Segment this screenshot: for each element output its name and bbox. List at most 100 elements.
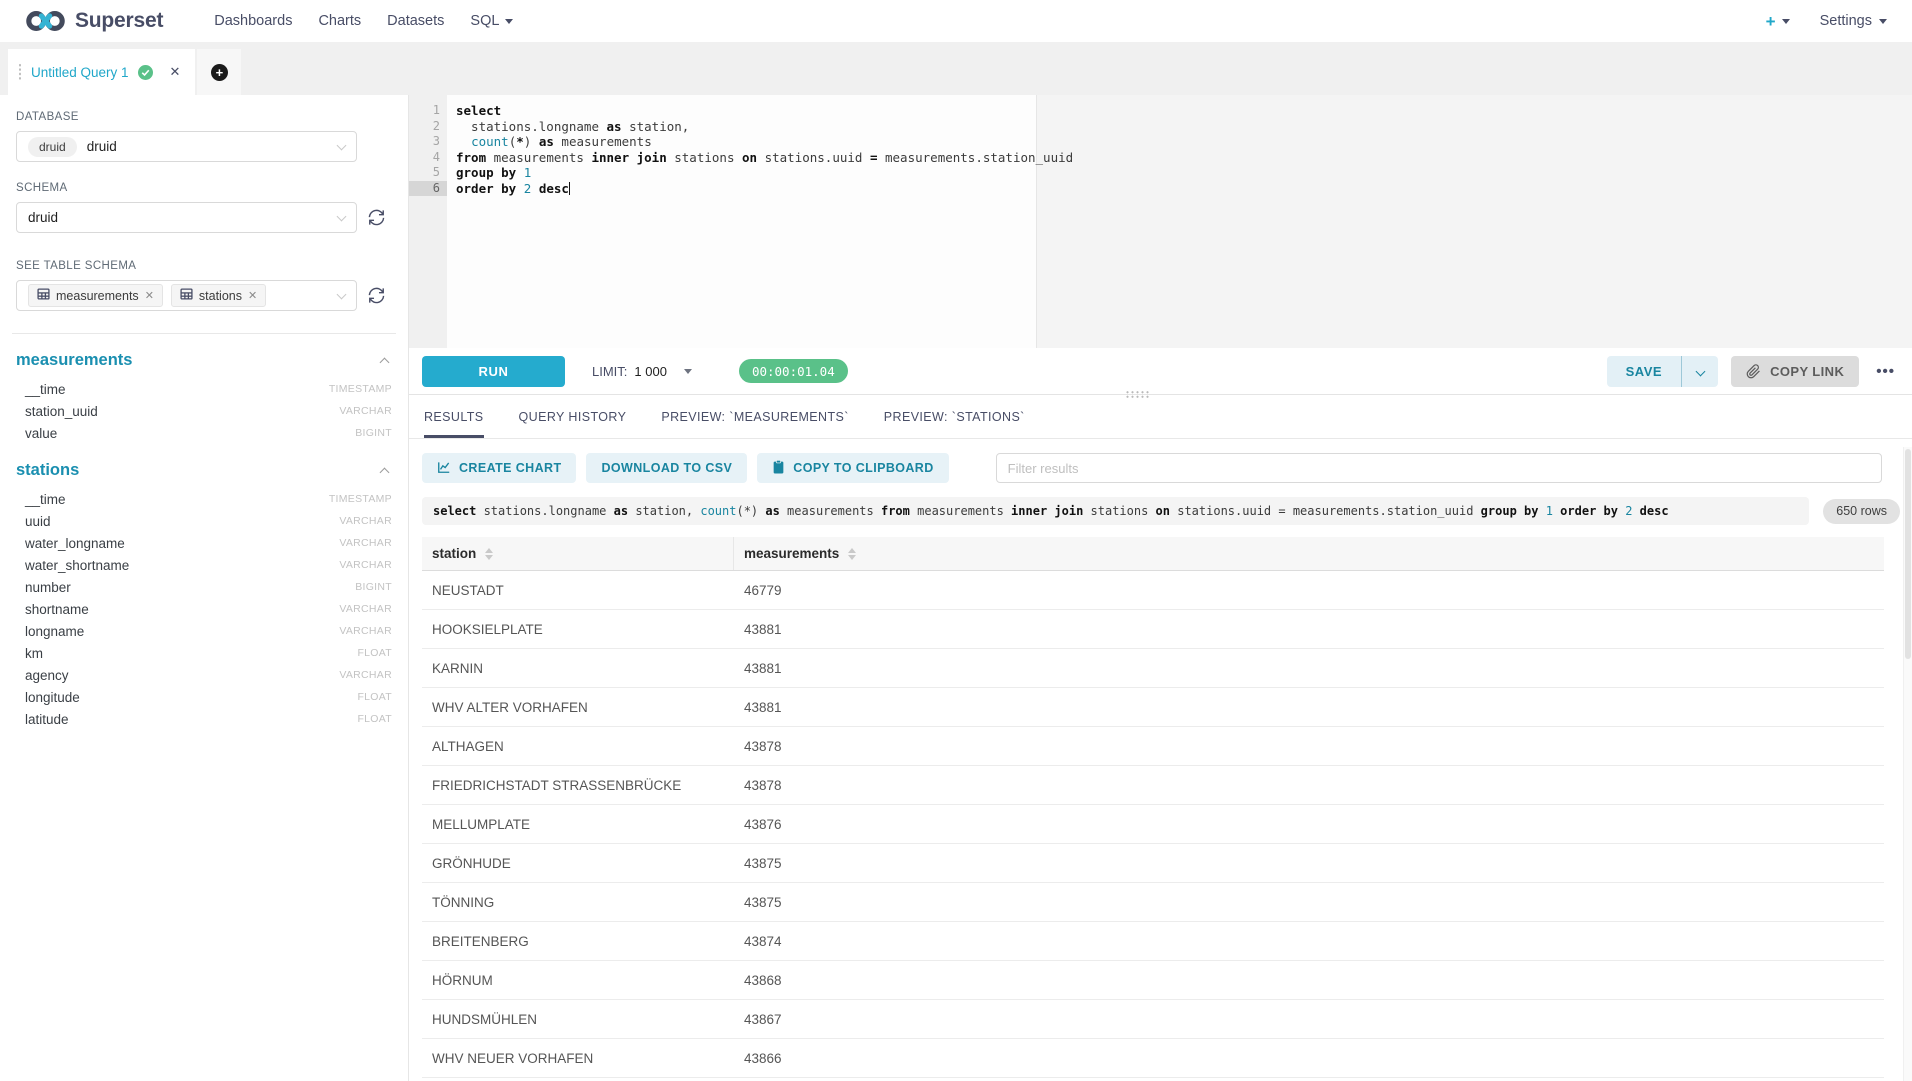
schema-select[interactable]: druid [16,202,357,233]
drag-handle-icon[interactable] [18,63,22,81]
run-button[interactable]: RUN [422,356,565,387]
column-name: water_longname [25,536,125,551]
save-button[interactable]: SAVE [1607,356,1682,387]
create-chart-button[interactable]: CREATE CHART [422,453,576,483]
scrollbar-thumb[interactable] [1905,449,1911,659]
code-line: select [456,103,1073,119]
column-header-measurements[interactable]: measurements [734,537,1884,570]
code-line: from measurements inner join stations on… [456,150,1073,166]
column-type: FLOAT [357,713,392,725]
column-name: __time [25,382,66,397]
download-to-csv-button[interactable]: DOWNLOAD TO CSV [586,453,747,483]
line-number: 2 [409,119,447,135]
tab-untitled-query[interactable]: Untitled Query 1 ✕ [8,49,195,95]
results-tab-preview-measurements[interactable]: PREVIEW: `MEASUREMENTS` [661,395,848,438]
nav-datasets[interactable]: Datasets [374,13,457,29]
chevron-up-icon[interactable] [380,358,390,368]
schema-table-header[interactable]: measurements [16,351,392,370]
table-chip-label: stations [199,289,242,303]
new-tab-button[interactable]: + [197,49,241,95]
editor-gutter: 123456 [409,95,447,348]
sidebar-divider [12,333,396,334]
copy-to-clipboard-button[interactable]: COPY TO CLIPBOARD [757,453,948,483]
close-tab-icon[interactable]: ✕ [170,64,181,80]
measurements-cell: 43868 [734,973,1884,988]
column-header-station[interactable]: station [422,537,734,570]
remove-chip-icon[interactable]: ✕ [248,289,257,302]
column-name: water_shortname [25,558,129,573]
column-type: TIMESTAMP [329,493,392,505]
caret-down-icon [505,19,513,24]
table-row: HUNDSMÜHLEN43867 [422,1000,1884,1039]
results-tab-results[interactable]: RESULTS [424,395,484,438]
remove-chip-icon[interactable]: ✕ [145,289,154,302]
chevron-down-icon [337,289,347,299]
save-split-button: SAVE [1607,356,1718,387]
schema-column-row: latitudeFLOAT [16,708,392,730]
line-number: 6 [409,181,447,197]
column-name: km [25,646,43,661]
more-options-button[interactable]: ••• [1872,363,1899,380]
station-cell: WHV ALTER VORHAFEN [422,700,734,715]
column-type: BIGINT [355,427,392,439]
table-schema-select[interactable]: measurements✕ stations ✕ [16,280,357,311]
station-cell: TÖNNING [422,895,734,910]
limit-dropdown[interactable]: LIMIT: 1 000 [592,364,692,379]
executed-query-text: select stations.longname as station, cou… [422,497,1809,525]
table-chip[interactable]: stations ✕ [171,284,266,307]
nav-dashboards[interactable]: Dashboards [201,13,305,29]
editor-code[interactable]: select stations.longname as station, cou… [447,95,1073,348]
table-row: HÖRNUM43868 [422,961,1884,1000]
table-chip[interactable]: measurements✕ [28,284,163,307]
nav-charts[interactable]: Charts [305,13,374,29]
column-type: TIMESTAMP [329,383,392,395]
refresh-schema-icon[interactable] [368,209,385,226]
settings-menu[interactable]: Settings [1820,13,1887,29]
column-header-label: station [432,546,476,561]
code-line: count(*) as measurements [456,134,1073,150]
schema-table-header[interactable]: stations [16,461,392,480]
station-cell: KARNIN [422,661,734,676]
column-type: VARCHAR [339,537,392,549]
station-cell: HOOKSIELPLATE [422,622,734,637]
filter-results-input[interactable] [996,453,1882,483]
schema-value: druid [28,210,58,225]
measurements-cell: 43878 [734,778,1884,793]
pane-resizer-handle[interactable] [1125,390,1149,399]
new-item-button[interactable]: + [1766,13,1790,30]
results-tab-query-history[interactable]: QUERY HISTORY [519,395,627,438]
sql-editor[interactable]: 123456 select stations.longname as stati… [409,95,1912,348]
line-number: 3 [409,134,447,150]
code-line: order by 2 desc [456,181,1073,197]
table-row: WHV NEUER VORHAFEN43866 [422,1039,1884,1078]
line-number: 5 [409,165,447,181]
schema-column-row: uuidVARCHAR [16,510,392,532]
nav-sql[interactable]: SQL [457,13,526,29]
database-select[interactable]: druid druid [16,131,357,162]
table-row: KARNIN43881 [422,649,1884,688]
station-cell: HÖRNUM [422,973,734,988]
chevron-up-icon[interactable] [380,468,390,478]
tab-label: Untitled Query 1 [31,65,129,80]
station-cell: HUNDSMÜHLEN [422,1012,734,1027]
save-dropdown-button[interactable] [1682,356,1718,387]
sort-icon[interactable] [848,548,856,560]
measurements-cell: 43881 [734,622,1884,637]
superset-logo[interactable]: Superset [25,8,163,34]
copy-link-button[interactable]: COPY LINK [1731,356,1859,387]
schema-column-list: __timeTIMESTAMPstation_uuidVARCHARvalueB… [16,378,392,444]
schema-table-section: measurements __time TIMESTAMP station_uuidV… [16,351,392,444]
column-name: number [25,580,71,595]
row-count-badge: 650 rows [1823,499,1900,524]
results-tab-preview-stations[interactable]: PREVIEW: `STATIONS` [884,395,1025,438]
sort-icon[interactable] [485,548,493,560]
limit-label: LIMIT: [592,364,627,379]
refresh-tables-icon[interactable] [368,287,385,304]
column-name: uuid [25,514,51,529]
scrollbar[interactable] [1903,447,1912,1081]
action-button-label: DOWNLOAD TO CSV [601,461,732,475]
table-row: NEUSTADT46779 [422,571,1884,610]
schema-column-row: station_uuidVARCHAR [16,400,392,422]
table-row: WHV ALTER VORHAFEN43881 [422,688,1884,727]
caret-down-icon [1879,19,1887,24]
